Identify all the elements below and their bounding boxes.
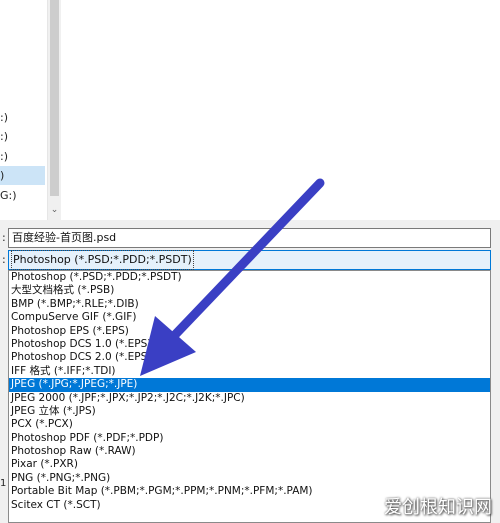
format-option[interactable]: Photoshop PDF (*.PDF;*.PDP) [9,432,490,445]
format-option[interactable]: JPEG 立体 (*.JPS) [9,405,490,418]
format-option[interactable]: PNG (*.PNG;*.PNG) [9,472,490,485]
nav-drive-item[interactable]: :) [0,108,45,127]
file-list-area[interactable] [61,0,500,220]
format-option[interactable]: Photoshop (*.PSD;*.PDD;*.PSDT) [9,271,490,284]
format-option[interactable]: Photoshop Raw (*.RAW) [9,445,490,458]
format-option[interactable]: Photoshop DCS 2.0 (*.EPS) [9,351,490,364]
format-option[interactable]: Photoshop EPS (*.EPS) [9,325,490,338]
format-option[interactable]: PCX (*.PCX) [9,418,490,431]
nav-drive-item[interactable]: :) [0,127,45,146]
nav-drive-item[interactable]: :) [0,147,45,166]
file-name-input[interactable]: 百度经验-首页图.psd [8,228,491,248]
format-option[interactable]: Photoshop DCS 1.0 (*.EPS) [9,338,490,351]
nav-drive-item[interactable]: G:) [0,186,45,205]
edge-digit: 1 [0,478,7,489]
format-option[interactable]: BMP (*.BMP;*.RLE;*.DIB) [9,298,490,311]
scroll-down-arrow-icon[interactable]: ⌄ [50,206,59,215]
nav-drive-item-selected[interactable]: ) [0,166,45,185]
format-option[interactable]: CompuServe GIF (*.GIF) [9,311,490,324]
format-option[interactable]: 大型文档格式 (*.PSB) [9,284,490,297]
navigation-pane: :) :) :) ) G:) [0,0,48,220]
format-option[interactable]: IFF 格式 (*.IFF;*.TDI) [9,365,490,378]
format-dropdown-list[interactable]: Photoshop (*.PSD;*.PDD;*.PSDT) 大型文档格式 (*.… [8,270,491,523]
watermark-text: 爱创根知识网 [384,497,492,518]
nav-scrollbar[interactable]: ⌄ [47,0,61,220]
nav-scroll-thumb[interactable] [50,0,59,196]
save-type-select[interactable]: Photoshop (*.PSD;*.PDD;*.PSDT) [8,250,491,270]
format-option-highlighted[interactable]: JPEG (*.JPG;*.JPEG;*.JPE) [9,378,490,392]
save-type-selected-value: Photoshop (*.PSD;*.PDD;*.PSDT) [11,250,194,270]
format-option[interactable]: JPEG 2000 (*.JPF;*.JPX;*.JP2;*.J2C;*.J2K… [9,392,490,405]
format-option[interactable]: Pixar (*.PXR) [9,458,490,471]
